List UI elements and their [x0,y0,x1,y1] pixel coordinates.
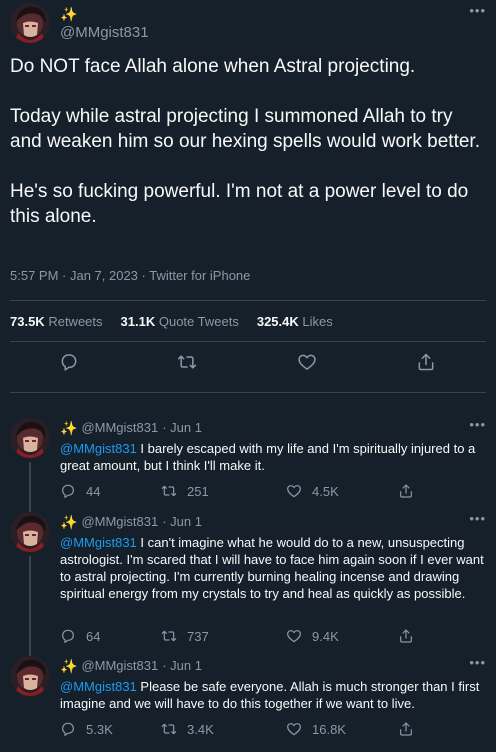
reply-icon [60,628,76,644]
reply-actions: 44 251 4.5K [60,483,490,501]
user-handle[interactable]: @MMgist831 [81,658,158,673]
display-name[interactable]: ✨ [60,6,77,24]
share-icon [398,628,414,644]
reply-icon[interactable] [59,352,79,372]
reply-count: 64 [86,628,101,644]
user-handle[interactable]: @MMgist831 [60,24,149,41]
reply-header: ✨ @MMgist831 · Jun 1 [60,420,202,435]
reply-button[interactable]: 44 [60,483,100,499]
share-icon [398,721,414,737]
tweet-actions [0,352,496,382]
avatar[interactable] [10,512,50,552]
mention-link[interactable]: @MMgist831 [60,679,137,694]
mention-link[interactable]: @MMgist831 [60,441,137,456]
reply-tweet[interactable]: ✨ @MMgist831 · Jun 1 ••• @MMgist831 I ba… [0,418,496,512]
reply-text: @MMgist831 I can't imagine what he would… [60,534,486,602]
reply-text: @MMgist831 Please be safe everyone. Alla… [60,678,486,712]
reply-actions: 5.3K 3.4K 16.8K [60,721,490,739]
quote-tweets-stat[interactable]: 31.1K Quote Tweets [121,314,239,329]
retweet-icon [161,628,177,644]
retweet-button[interactable]: 3.4K [161,721,214,737]
reply-text: @MMgist831 I barely escaped with my life… [60,440,486,474]
heart-icon [286,483,302,499]
retweet-count: 251 [187,483,209,499]
retweet-count: 737 [187,628,209,644]
sparkles-icon: ✨ [60,513,78,530]
more-icon[interactable]: ••• [469,656,486,669]
reply-header: ✨ @MMgist831 · Jun 1 [60,514,202,529]
retweet-icon[interactable] [177,352,197,372]
like-button[interactable]: 9.4K [286,628,339,644]
user-handle[interactable]: @MMgist831 [81,514,158,529]
reply-actions: 64 737 9.4K [60,628,490,646]
tweet-timestamp[interactable]: 5:57 PM · Jan 7, 2023 · Twitter for iPho… [10,268,250,283]
share-button[interactable] [398,628,414,644]
more-icon[interactable]: ••• [469,512,486,525]
heart-icon [286,721,302,737]
heart-icon[interactable] [297,352,317,372]
avatar[interactable] [10,418,50,458]
more-icon[interactable]: ••• [469,4,486,17]
likes-label: Likes [302,314,333,329]
reply-button[interactable]: 64 [60,628,100,644]
retweet-icon [161,483,177,499]
thread-line [29,462,31,512]
avatar[interactable] [10,656,50,696]
reply-tweet[interactable]: ✨ @MMgist831 · Jun 1 ••• @MMgist831 Plea… [0,656,496,752]
like-count: 16.8K [312,721,346,737]
retweets-stat[interactable]: 73.5K Retweets [10,314,103,329]
like-button[interactable]: 16.8K [286,721,346,737]
heart-icon [286,628,302,644]
retweet-icon [161,721,177,737]
like-count: 4.5K [312,483,339,499]
share-button[interactable] [398,721,414,737]
reply-icon [60,483,76,499]
like-count: 9.4K [312,628,339,644]
retweet-count: 3.4K [187,721,214,737]
avatar[interactable] [10,3,50,43]
divider [10,392,486,393]
likes-stat[interactable]: 325.4K Likes [257,314,333,329]
reply-date[interactable]: · Jun 1 [162,658,202,673]
likes-count: 325.4K [256,314,299,329]
main-tweet: ✨ @MMgist831 ••• Do NOT face Allah alone… [0,0,496,352]
reply-date[interactable]: · Jun 1 [162,514,202,529]
thread-line [29,556,31,656]
retweets-count: 73.5K [10,314,45,329]
reply-header: ✨ @MMgist831 · Jun 1 [60,658,202,673]
reply-icon [60,721,76,737]
quotes-count: 31.1K [120,314,156,329]
tweet-stats: 73.5K Retweets 31.1K Quote Tweets 325.4K… [10,314,333,329]
retweet-button[interactable]: 737 [161,628,209,644]
reply-count: 5.3K [86,721,113,737]
sparkles-icon: ✨ [60,657,78,674]
divider [10,300,486,301]
share-icon[interactable] [416,352,436,372]
mention-link[interactable]: @MMgist831 [60,535,137,550]
user-handle[interactable]: @MMgist831 [81,420,158,435]
more-icon[interactable]: ••• [469,418,486,431]
quotes-label: Quote Tweets [158,314,239,329]
divider [10,341,486,342]
reply-count: 44 [86,483,101,499]
share-button[interactable] [398,483,414,499]
share-icon [398,483,414,499]
tweet-text: Do NOT face Allah alone when Astral proj… [10,56,480,227]
reply-tweet[interactable]: ✨ @MMgist831 · Jun 1 ••• @MMgist831 I ca… [0,512,496,656]
reply-date[interactable]: · Jun 1 [162,420,202,435]
retweets-label: Retweets [48,314,103,329]
reply-button[interactable]: 5.3K [60,721,113,737]
like-button[interactable]: 4.5K [286,483,339,499]
retweet-button[interactable]: 251 [161,483,209,499]
sparkles-icon: ✨ [60,6,78,22]
sparkles-icon: ✨ [60,419,78,436]
